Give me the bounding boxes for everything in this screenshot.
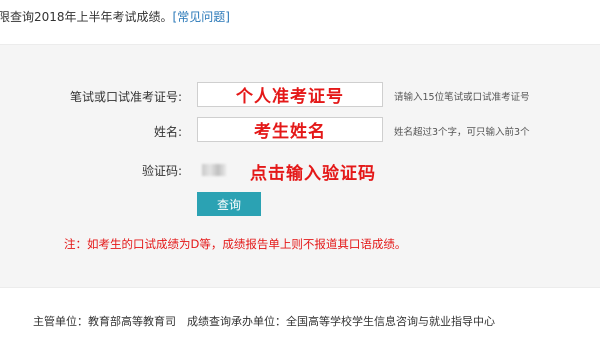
faq-link[interactable]: [常见问题]	[173, 10, 230, 24]
ticket-number-hint: 请输入15位笔试或口试准考证号	[394, 92, 530, 103]
ticket-number-label: 笔试或口试准考证号:	[69, 90, 182, 104]
ticket-number-input[interactable]: 个人准考证号	[197, 82, 383, 107]
name-hint: 姓名超过3个字，可只输入前3个	[394, 127, 530, 138]
name-label: 姓名:	[153, 125, 182, 139]
name-input[interactable]: 考生姓名	[197, 117, 383, 142]
captcha-image[interactable]	[197, 159, 231, 181]
captcha-label: 验证码:	[141, 164, 182, 178]
notice-text: 限查询2018年上半年考试成绩。	[0, 10, 173, 24]
ticket-number-annotation: 个人准考证号	[236, 87, 344, 107]
name-annotation: 考生姓名	[254, 122, 326, 142]
query-button[interactable]: 查询	[197, 192, 261, 216]
oral-score-note: 注：如考生的口试成绩为D等，成绩报告单上则不报道其口语成绩。	[64, 237, 407, 251]
query-form-panel: 笔试或口试准考证号: 个人准考证号 请输入15位笔试或口试准考证号 姓名: 考生…	[0, 44, 600, 288]
footer-info: 主管单位：教育部高等教育司 成绩查询承办单位：全国高等学校学生信息咨询与就业指导…	[33, 315, 495, 328]
captcha-annotation[interactable]: 点击输入验证码	[250, 159, 376, 184]
notice: 限查询2018年上半年考试成绩。[常见问题]	[0, 8, 230, 25]
captcha-blur	[202, 164, 226, 176]
